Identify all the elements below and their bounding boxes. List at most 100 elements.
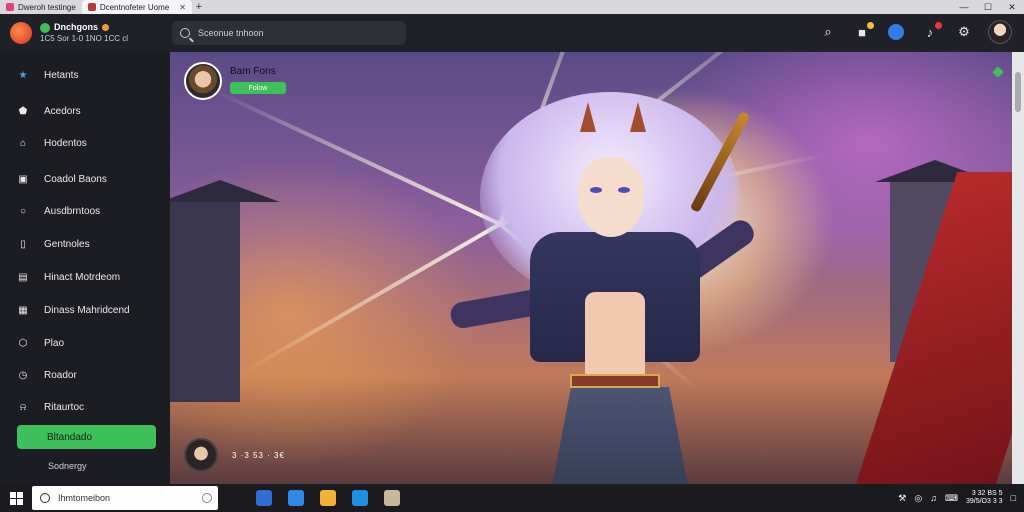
brand-name: Dnchgons xyxy=(54,22,98,32)
taskbar-search[interactable]: Ihmtomeibon xyxy=(32,486,218,510)
featured-artwork[interactable]: Bam Fons Folow 3 ·3 53 · 3€ xyxy=(170,52,1012,484)
tab-favicon xyxy=(87,3,96,11)
start-button[interactable] xyxy=(0,484,32,512)
primary-action-button[interactable]: Bltandado xyxy=(17,425,156,449)
search-input[interactable] xyxy=(198,28,388,38)
character-belt xyxy=(570,374,660,388)
sidebar-item-roador[interactable]: ◷ Roador xyxy=(0,363,170,387)
system-clock[interactable]: 3 32 BS 5 39/5/O3 3 3 xyxy=(966,490,1003,506)
taskbar-apps xyxy=(256,490,400,506)
character-skirt xyxy=(550,387,690,484)
sidebar-item-label: Dinass Mahridcend xyxy=(44,304,130,316)
sidebar-item-label: Acedors xyxy=(44,105,81,117)
settings-icon[interactable]: ⚙ xyxy=(954,22,974,42)
sidebar-item-plao[interactable]: ⬡ Plao xyxy=(0,331,170,355)
anime-character xyxy=(448,82,760,484)
creator-avatar[interactable] xyxy=(184,62,222,100)
scrollbar-thumb[interactable] xyxy=(1015,72,1021,112)
viewer-avatar[interactable] xyxy=(184,438,218,472)
creator-name[interactable]: Bam Fons xyxy=(230,66,286,77)
close-window-button[interactable]: ✕ xyxy=(1000,0,1024,14)
help-icon[interactable]: ⌕ xyxy=(818,22,838,42)
sidebar-item-dinass-mahridcend[interactable]: ▦ Dinass Mahridcend xyxy=(0,298,170,322)
character-torso xyxy=(585,292,645,382)
minimize-button[interactable]: — xyxy=(952,0,976,14)
chat-icon[interactable] xyxy=(886,22,906,42)
badge-icon: ▣ xyxy=(18,173,28,185)
brand-badge-icon xyxy=(102,24,109,31)
search-icon xyxy=(40,493,50,503)
profile-avatar[interactable] xyxy=(988,20,1012,44)
gift-badge xyxy=(867,22,874,29)
app-logo[interactable] xyxy=(10,22,32,44)
brand-subtitle: 1C5 Sor 1-0 1NO 1CC cl xyxy=(40,34,129,43)
edge-icon[interactable] xyxy=(288,490,304,506)
eye-right xyxy=(618,187,630,193)
browser-tab-active[interactable]: Dcentnofeter Uome ✕ xyxy=(81,0,192,14)
sidebar: ★ Hetants ⬟ Acedors ⌂ Hodentos ▣ Coadol … xyxy=(0,52,170,484)
shield-icon: ⬟ xyxy=(18,105,28,117)
bell-icon: ⍾ xyxy=(19,401,27,413)
search-icon xyxy=(180,28,190,38)
chat-icon: ○ xyxy=(19,205,27,217)
tab-title: Dcentnofeter Uome xyxy=(99,2,170,12)
browser-tab[interactable]: Dweroh testinge xyxy=(0,0,82,14)
bookmark-gem-icon[interactable] xyxy=(992,66,1004,78)
eye-left xyxy=(590,187,602,193)
maximize-button[interactable]: ☐ xyxy=(976,0,1000,14)
chrome-icon[interactable] xyxy=(320,490,336,506)
sidebar-footer-link[interactable]: Sodnergy xyxy=(48,461,87,471)
sidebar-item-label: Hetants xyxy=(44,69,79,81)
creator-card: Bam Fons Folow xyxy=(184,62,286,100)
browser-tab-strip: Dweroh testinge Dcentnofeter Uome ✕ + — … xyxy=(0,0,1024,14)
gift-icon[interactable]: ■ xyxy=(852,22,874,42)
sidebar-item-ausdbrntoos[interactable]: ○ Ausdbrntoos xyxy=(0,199,170,223)
sidebar-item-label: Ausdbrntoos xyxy=(44,205,101,217)
notifications-icon[interactable]: ♪ xyxy=(920,22,942,42)
cortana-icon[interactable] xyxy=(202,493,212,503)
tab-favicon xyxy=(6,3,14,11)
server-status-icon xyxy=(40,22,50,33)
photos-icon[interactable] xyxy=(384,490,400,506)
home-icon: ⌂ xyxy=(19,137,27,149)
sidebar-item-label: Hodentos xyxy=(44,137,87,149)
light-ray xyxy=(209,86,501,226)
network-icon[interactable]: ◎ xyxy=(914,493,922,504)
viewer-bar: 3 ·3 53 · 3€ xyxy=(184,438,285,472)
sidebar-item-label: Ritaurtoc xyxy=(44,401,85,413)
keyboard-icon[interactable]: ⌨ xyxy=(945,493,958,504)
sidebar-item-coadol-baons[interactable]: ▣ Coadol Baons xyxy=(0,167,170,191)
files-icon[interactable] xyxy=(256,490,272,506)
header-actions: ⌕ ■ ♪ ⚙ xyxy=(818,20,1012,44)
sidebar-item-ritaurtoc[interactable]: ⍾ Ritaurtoc xyxy=(0,395,170,419)
building-left xyxy=(170,202,240,402)
bookmark-icon: ▯ xyxy=(20,238,26,250)
volume-icon[interactable]: ♫ xyxy=(930,493,937,503)
sidebar-item-gentnoles[interactable]: ▯ Gentnoles xyxy=(0,232,170,256)
search-bar[interactable] xyxy=(172,21,406,45)
store-icon[interactable] xyxy=(352,490,368,506)
sidebar-item-label: Hinact Motrdeom xyxy=(44,271,121,283)
follow-button[interactable]: Folow xyxy=(230,82,286,94)
sidebar-item-hinact-motrdeom[interactable]: ▤ Hinact Motrdeom xyxy=(0,265,170,289)
book-icon: ▤ xyxy=(18,271,28,283)
roof-left xyxy=(170,180,280,202)
new-tab-button[interactable]: + xyxy=(192,0,206,14)
system-tray: ⚒ ◎ ♫ ⌨ 3 32 BS 5 39/5/O3 3 3 □ xyxy=(898,490,1016,506)
viewer-stats: 3 ·3 53 · 3€ xyxy=(232,450,285,460)
sidebar-item-label: Coadol Baons xyxy=(44,173,107,185)
sidebar-item-acedors[interactable]: ⬟ Acedors xyxy=(0,99,170,123)
character-face xyxy=(578,157,644,237)
close-tab-icon[interactable]: ✕ xyxy=(179,3,186,12)
clock-icon: ◷ xyxy=(18,369,28,381)
os-taskbar: Ihmtomeibon ⚒ ◎ ♫ ⌨ 3 32 BS 5 39/5/O3 3 … xyxy=(0,484,1024,512)
gallery-icon: ▦ xyxy=(18,304,28,316)
hexagon-icon: ⬡ xyxy=(18,337,28,349)
sidebar-item-hetants[interactable]: ★ Hetants xyxy=(0,63,170,87)
page-scrollbar[interactable] xyxy=(1012,52,1024,484)
star-icon: ★ xyxy=(18,69,28,81)
sidebar-item-hodentos[interactable]: ⌂ Hodentos xyxy=(0,131,170,155)
clock-date: 39/5/O3 3 3 xyxy=(965,498,1003,505)
people-icon[interactable]: ⚒ xyxy=(898,493,906,504)
action-center-icon[interactable]: □ xyxy=(1011,493,1016,503)
